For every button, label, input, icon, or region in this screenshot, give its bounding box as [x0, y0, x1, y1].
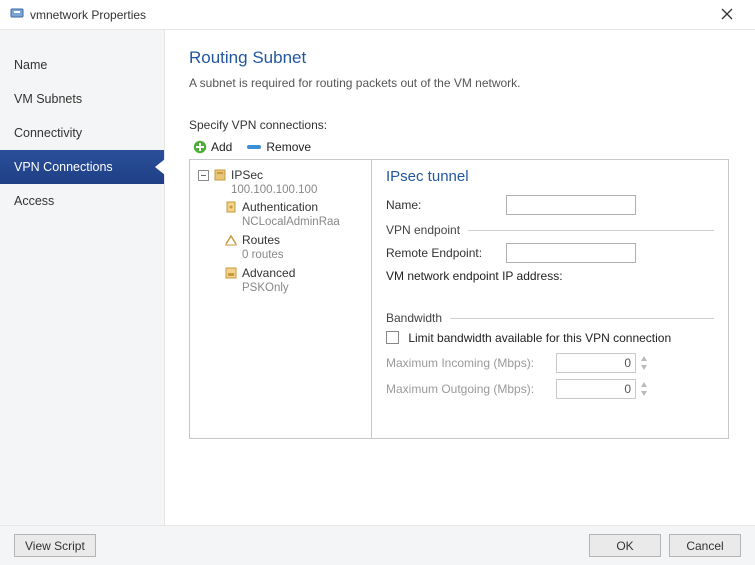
tree-node-label: Routes — [242, 233, 284, 248]
cancel-button[interactable]: Cancel — [669, 534, 741, 557]
group-endpoint-label: VPN endpoint — [386, 223, 460, 237]
auth-icon — [224, 200, 238, 214]
sidebar-item-vpn-connections[interactable]: VPN Connections — [0, 150, 164, 184]
detail-pane: IPsec tunnel Name: VPN endpoint Remote E… — [372, 160, 728, 438]
sidebar-item-label: Name — [14, 58, 47, 72]
close-button[interactable] — [707, 7, 747, 23]
sidebar: Name VM Subnets Connectivity VPN Connect… — [0, 30, 165, 525]
tree-node-sub: 0 routes — [242, 248, 284, 262]
plus-icon — [193, 140, 207, 154]
sidebar-item-label: VPN Connections — [14, 160, 113, 174]
close-icon — [721, 8, 733, 20]
tree-node-label: Advanced — [242, 266, 295, 281]
sidebar-item-vm-subnets[interactable]: VM Subnets — [0, 82, 164, 116]
add-button[interactable]: Add — [189, 139, 236, 155]
tree-node-advanced[interactable]: Advanced PSKOnly — [224, 266, 367, 295]
group-bandwidth-label: Bandwidth — [386, 311, 442, 325]
sidebar-item-label: Access — [14, 194, 54, 208]
collapse-icon[interactable] — [198, 170, 209, 181]
max-outgoing-input[interactable] — [556, 379, 636, 399]
btn-label: Cancel — [686, 539, 723, 553]
window-title: vmnetwork Properties — [30, 8, 707, 22]
view-script-button[interactable]: View Script — [14, 534, 96, 557]
sidebar-item-access[interactable]: Access — [0, 184, 164, 218]
network-icon — [213, 168, 227, 182]
tree-node-ipsec[interactable]: IPSec 100.100.100.100 — [194, 166, 367, 198]
ok-button[interactable]: OK — [589, 534, 661, 557]
sidebar-item-label: VM Subnets — [14, 92, 82, 106]
tree-node-sub: 100.100.100.100 — [231, 183, 317, 197]
chevron-up-icon — [639, 380, 649, 389]
remote-endpoint-label: Remote Endpoint: — [386, 246, 506, 260]
btn-label: OK — [616, 539, 633, 553]
remote-endpoint-input[interactable] — [506, 243, 636, 263]
tree-node-authentication[interactable]: Authentication NCLocalAdminRaa — [224, 200, 367, 229]
name-label: Name: — [386, 198, 506, 212]
tree-node-label: IPSec — [231, 168, 317, 183]
add-label: Add — [211, 140, 232, 154]
remove-label: Remove — [266, 140, 311, 154]
app-icon — [10, 6, 24, 23]
tree-node-sub: PSKOnly — [242, 281, 295, 295]
tree-node-label: Authentication — [242, 200, 340, 215]
chevron-down-icon — [639, 363, 649, 372]
page-description: A subnet is required for routing packets… — [189, 76, 729, 90]
max-outgoing-spinner[interactable] — [639, 380, 649, 398]
sidebar-item-connectivity[interactable]: Connectivity — [0, 116, 164, 150]
chevron-up-icon — [639, 354, 649, 363]
max-outgoing-label: Maximum Outgoing (Mbps): — [386, 382, 556, 396]
section-label: Specify VPN connections: — [189, 118, 729, 132]
remove-button[interactable]: Remove — [242, 139, 315, 155]
routes-icon — [224, 233, 238, 247]
tree-node-routes[interactable]: Routes 0 routes — [224, 233, 367, 262]
btn-label: View Script — [25, 539, 85, 553]
toolbar: Add Remove — [189, 136, 729, 159]
divider — [450, 318, 714, 319]
vpn-tree: IPSec 100.100.100.100 Authentication NCL… — [190, 160, 372, 438]
minus-icon — [246, 142, 262, 152]
limit-bandwidth-label: Limit bandwidth available for this VPN c… — [408, 331, 671, 345]
chevron-down-icon — [639, 389, 649, 398]
max-incoming-input[interactable] — [556, 353, 636, 373]
tree-node-sub: NCLocalAdminRaa — [242, 215, 340, 229]
max-incoming-spinner[interactable] — [639, 354, 649, 372]
name-input[interactable] — [506, 195, 636, 215]
detail-heading: IPsec tunnel — [386, 168, 714, 185]
sidebar-item-name[interactable]: Name — [0, 48, 164, 82]
max-incoming-label: Maximum Incoming (Mbps): — [386, 356, 556, 370]
sidebar-item-label: Connectivity — [14, 126, 82, 140]
page-heading: Routing Subnet — [189, 48, 729, 68]
vm-endpoint-label: VM network endpoint IP address: — [386, 269, 563, 283]
limit-bandwidth-checkbox[interactable] — [386, 331, 399, 344]
divider — [468, 230, 714, 231]
advanced-icon — [224, 266, 238, 280]
